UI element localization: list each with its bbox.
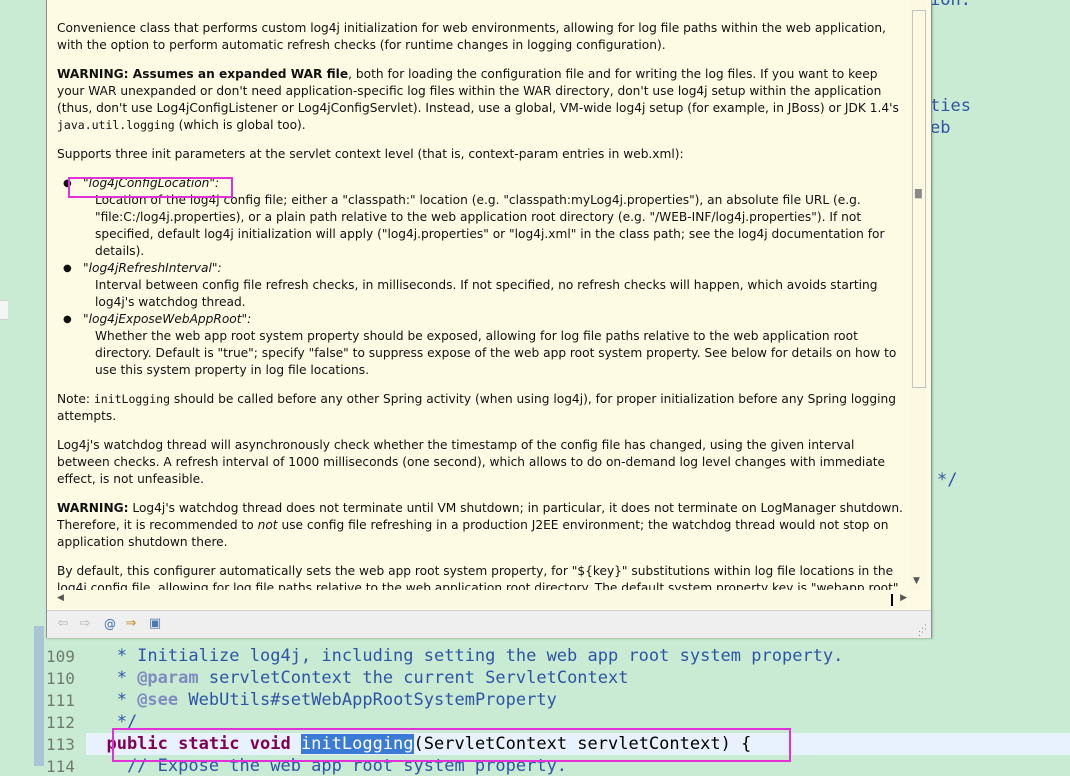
scroll-down-icon[interactable]: ▼	[913, 576, 920, 586]
param-desc: Interval between config file refresh che…	[95, 278, 878, 309]
code-token: * Initialize log4j, including setting th…	[86, 646, 844, 666]
background-code-fragment: ion.	[930, 0, 971, 10]
param-item: ● "log4jExposeWebAppRoot": Whether the web…	[63, 311, 907, 379]
note-paragraph: Note: initLogging should be called befor…	[57, 392, 896, 423]
init-params-intro: Supports three init parameters at the se…	[57, 147, 684, 161]
param-name: "log4jRefreshInterval":	[83, 261, 222, 275]
resize-grip-icon[interactable]: ⋰ ⋰	[918, 625, 927, 638]
background-code-fragment: eb	[930, 118, 951, 138]
code-token: *	[86, 690, 138, 710]
param-name: "log4jExposeWebAppRoot":	[83, 312, 252, 326]
side-pane-tab[interactable]	[0, 300, 8, 320]
code-token: @param	[137, 668, 199, 688]
param-highlight-box	[68, 177, 233, 198]
forward-icon[interactable]: ⇨	[77, 616, 93, 632]
default-config-paragraph: By default, this configurer automaticall…	[57, 564, 903, 590]
line-number: 112	[46, 713, 75, 732]
background-code-fragment: */	[937, 470, 958, 490]
method-signature-highlight-box	[112, 728, 791, 762]
code-token: *	[86, 668, 138, 688]
javadoc-content: Convenience class that performs custom l…	[57, 0, 907, 590]
code-token: servletContext the current ServletContex…	[198, 668, 629, 688]
intro-paragraph: Convenience class that performs custom l…	[57, 21, 886, 52]
thumb-grip-icon: ▬ ▬ ▬	[914, 186, 923, 202]
popup-toolbar: ⇦ ⇨ @ ⇒ ▣ ⋰ ⋰	[47, 610, 931, 638]
param-desc: Whether the web app root system property…	[95, 329, 897, 377]
line-number: 114	[46, 757, 75, 776]
open-javadoc-icon[interactable]: @	[102, 616, 118, 632]
vertical-scrollbar[interactable]: ▬ ▬ ▬ ▼	[909, 0, 927, 590]
code-token: WebUtils#setWebAppRootSystemProperty	[178, 690, 557, 710]
line-number: 109	[46, 647, 75, 666]
javadoc-hover-popup[interactable]: Convenience class that performs custom l…	[46, 0, 932, 638]
warning-war-paragraph: WARNING: Assumes an expanded WAR file, b…	[57, 67, 899, 132]
line-number: 110	[46, 669, 75, 688]
vertical-ruler	[34, 626, 44, 766]
open-declaration-icon[interactable]: ⇒	[123, 616, 139, 632]
code-line[interactable]: * @param servletContext the current Serv…	[86, 668, 629, 688]
code-line[interactable]: * @see WebUtils#setWebAppRootSystemPrope…	[86, 690, 557, 710]
code-line[interactable]: * Initialize log4j, including setting th…	[86, 646, 844, 666]
line-number: 111	[46, 691, 75, 710]
hscroll-thumb[interactable]	[891, 594, 893, 606]
open-attached-javadoc-icon[interactable]: ▣	[147, 616, 163, 632]
back-icon[interactable]: ⇦	[55, 616, 71, 632]
horizontal-scrollbar[interactable]: ◀ ▶	[57, 592, 907, 608]
code-token: @see	[137, 690, 179, 710]
line-number: 113	[46, 735, 75, 754]
init-params-list: ● "log4jConfigLocation": Location of the l…	[57, 175, 907, 379]
warning-watchdog-paragraph: WARNING: Log4j's watchdog thread does no…	[57, 501, 903, 549]
param-desc: Location of the log4j config file; eithe…	[95, 193, 885, 258]
scroll-left-icon[interactable]: ◀	[57, 593, 64, 603]
background-code-fragment: ties	[930, 96, 971, 116]
param-item: ● "log4jRefreshInterval": Interval between…	[63, 260, 907, 311]
watchdog-paragraph: Log4j's watchdog thread will asynchronou…	[57, 438, 886, 486]
scroll-right-icon[interactable]: ▶	[900, 593, 907, 603]
